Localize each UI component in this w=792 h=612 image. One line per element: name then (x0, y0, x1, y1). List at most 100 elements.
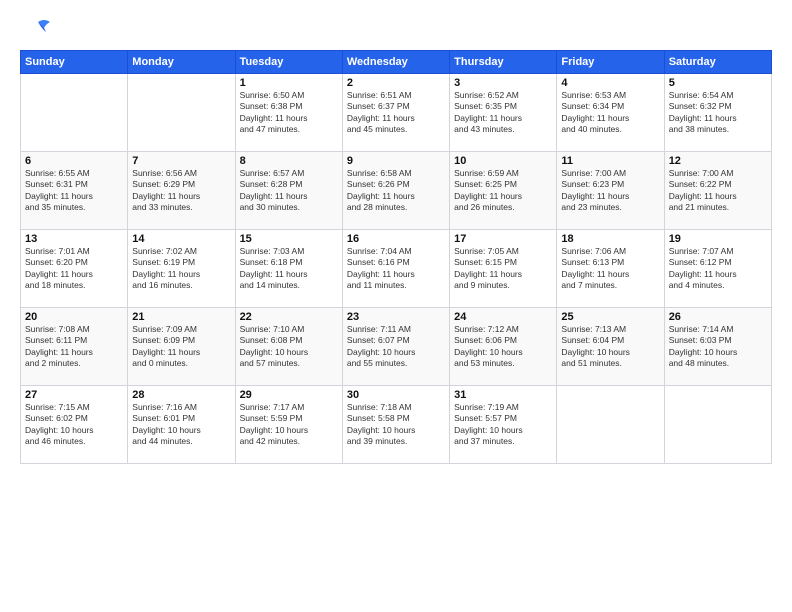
day-info: Sunrise: 6:59 AM Sunset: 6:25 PM Dayligh… (454, 168, 552, 214)
table-row: 26Sunrise: 7:14 AM Sunset: 6:03 PM Dayli… (664, 308, 771, 386)
day-number: 23 (347, 311, 445, 323)
col-thursday: Thursday (450, 51, 557, 74)
day-info: Sunrise: 6:55 AM Sunset: 6:31 PM Dayligh… (25, 168, 123, 214)
day-info: Sunrise: 7:14 AM Sunset: 6:03 PM Dayligh… (669, 324, 767, 370)
table-row: 1Sunrise: 6:50 AM Sunset: 6:38 PM Daylig… (235, 74, 342, 152)
day-info: Sunrise: 7:08 AM Sunset: 6:11 PM Dayligh… (25, 324, 123, 370)
table-row (557, 386, 664, 464)
day-number: 4 (561, 77, 659, 89)
day-number: 3 (454, 77, 552, 89)
day-info: Sunrise: 7:18 AM Sunset: 5:58 PM Dayligh… (347, 402, 445, 448)
day-info: Sunrise: 7:15 AM Sunset: 6:02 PM Dayligh… (25, 402, 123, 448)
table-row: 25Sunrise: 7:13 AM Sunset: 6:04 PM Dayli… (557, 308, 664, 386)
day-info: Sunrise: 6:54 AM Sunset: 6:32 PM Dayligh… (669, 90, 767, 136)
logo-bird-icon (24, 18, 52, 40)
calendar-header-row: Sunday Monday Tuesday Wednesday Thursday… (21, 51, 772, 74)
table-row: 4Sunrise: 6:53 AM Sunset: 6:34 PM Daylig… (557, 74, 664, 152)
day-info: Sunrise: 7:00 AM Sunset: 6:23 PM Dayligh… (561, 168, 659, 214)
table-row: 5Sunrise: 6:54 AM Sunset: 6:32 PM Daylig… (664, 74, 771, 152)
table-row: 27Sunrise: 7:15 AM Sunset: 6:02 PM Dayli… (21, 386, 128, 464)
day-info: Sunrise: 7:04 AM Sunset: 6:16 PM Dayligh… (347, 246, 445, 292)
day-number: 17 (454, 233, 552, 245)
day-info: Sunrise: 6:51 AM Sunset: 6:37 PM Dayligh… (347, 90, 445, 136)
table-row: 8Sunrise: 6:57 AM Sunset: 6:28 PM Daylig… (235, 152, 342, 230)
day-info: Sunrise: 7:10 AM Sunset: 6:08 PM Dayligh… (240, 324, 338, 370)
day-number: 22 (240, 311, 338, 323)
table-row: 7Sunrise: 6:56 AM Sunset: 6:29 PM Daylig… (128, 152, 235, 230)
table-row: 10Sunrise: 6:59 AM Sunset: 6:25 PM Dayli… (450, 152, 557, 230)
table-row: 28Sunrise: 7:16 AM Sunset: 6:01 PM Dayli… (128, 386, 235, 464)
table-row: 12Sunrise: 7:00 AM Sunset: 6:22 PM Dayli… (664, 152, 771, 230)
day-number: 20 (25, 311, 123, 323)
table-row: 18Sunrise: 7:06 AM Sunset: 6:13 PM Dayli… (557, 230, 664, 308)
page: Sunday Monday Tuesday Wednesday Thursday… (0, 0, 792, 474)
day-number: 27 (25, 389, 123, 401)
day-number: 1 (240, 77, 338, 89)
table-row: 11Sunrise: 7:00 AM Sunset: 6:23 PM Dayli… (557, 152, 664, 230)
day-number: 24 (454, 311, 552, 323)
table-row: 21Sunrise: 7:09 AM Sunset: 6:09 PM Dayli… (128, 308, 235, 386)
day-info: Sunrise: 7:06 AM Sunset: 6:13 PM Dayligh… (561, 246, 659, 292)
table-row: 19Sunrise: 7:07 AM Sunset: 6:12 PM Dayli… (664, 230, 771, 308)
table-row (21, 74, 128, 152)
day-info: Sunrise: 7:19 AM Sunset: 5:57 PM Dayligh… (454, 402, 552, 448)
logo (20, 18, 52, 38)
day-info: Sunrise: 6:56 AM Sunset: 6:29 PM Dayligh… (132, 168, 230, 214)
day-number: 25 (561, 311, 659, 323)
calendar-week-row: 1Sunrise: 6:50 AM Sunset: 6:38 PM Daylig… (21, 74, 772, 152)
day-info: Sunrise: 7:09 AM Sunset: 6:09 PM Dayligh… (132, 324, 230, 370)
day-info: Sunrise: 7:01 AM Sunset: 6:20 PM Dayligh… (25, 246, 123, 292)
table-row: 22Sunrise: 7:10 AM Sunset: 6:08 PM Dayli… (235, 308, 342, 386)
col-friday: Friday (557, 51, 664, 74)
header (20, 18, 772, 38)
day-info: Sunrise: 6:52 AM Sunset: 6:35 PM Dayligh… (454, 90, 552, 136)
day-info: Sunrise: 6:57 AM Sunset: 6:28 PM Dayligh… (240, 168, 338, 214)
table-row (128, 74, 235, 152)
day-info: Sunrise: 7:17 AM Sunset: 5:59 PM Dayligh… (240, 402, 338, 448)
col-monday: Monday (128, 51, 235, 74)
table-row: 29Sunrise: 7:17 AM Sunset: 5:59 PM Dayli… (235, 386, 342, 464)
day-number: 16 (347, 233, 445, 245)
calendar-table: Sunday Monday Tuesday Wednesday Thursday… (20, 50, 772, 464)
day-number: 13 (25, 233, 123, 245)
day-info: Sunrise: 6:53 AM Sunset: 6:34 PM Dayligh… (561, 90, 659, 136)
table-row: 9Sunrise: 6:58 AM Sunset: 6:26 PM Daylig… (342, 152, 449, 230)
col-sunday: Sunday (21, 51, 128, 74)
day-number: 5 (669, 77, 767, 89)
day-number: 31 (454, 389, 552, 401)
day-info: Sunrise: 7:07 AM Sunset: 6:12 PM Dayligh… (669, 246, 767, 292)
day-info: Sunrise: 6:50 AM Sunset: 6:38 PM Dayligh… (240, 90, 338, 136)
calendar-week-row: 13Sunrise: 7:01 AM Sunset: 6:20 PM Dayli… (21, 230, 772, 308)
day-number: 9 (347, 155, 445, 167)
calendar-week-row: 6Sunrise: 6:55 AM Sunset: 6:31 PM Daylig… (21, 152, 772, 230)
calendar-week-row: 27Sunrise: 7:15 AM Sunset: 6:02 PM Dayli… (21, 386, 772, 464)
day-number: 28 (132, 389, 230, 401)
day-info: Sunrise: 7:13 AM Sunset: 6:04 PM Dayligh… (561, 324, 659, 370)
day-number: 15 (240, 233, 338, 245)
table-row: 2Sunrise: 6:51 AM Sunset: 6:37 PM Daylig… (342, 74, 449, 152)
day-number: 8 (240, 155, 338, 167)
table-row: 13Sunrise: 7:01 AM Sunset: 6:20 PM Dayli… (21, 230, 128, 308)
day-number: 14 (132, 233, 230, 245)
day-number: 18 (561, 233, 659, 245)
table-row: 24Sunrise: 7:12 AM Sunset: 6:06 PM Dayli… (450, 308, 557, 386)
col-saturday: Saturday (664, 51, 771, 74)
col-wednesday: Wednesday (342, 51, 449, 74)
calendar-week-row: 20Sunrise: 7:08 AM Sunset: 6:11 PM Dayli… (21, 308, 772, 386)
day-info: Sunrise: 7:02 AM Sunset: 6:19 PM Dayligh… (132, 246, 230, 292)
day-info: Sunrise: 7:12 AM Sunset: 6:06 PM Dayligh… (454, 324, 552, 370)
day-number: 30 (347, 389, 445, 401)
day-number: 26 (669, 311, 767, 323)
day-number: 6 (25, 155, 123, 167)
table-row: 6Sunrise: 6:55 AM Sunset: 6:31 PM Daylig… (21, 152, 128, 230)
day-info: Sunrise: 6:58 AM Sunset: 6:26 PM Dayligh… (347, 168, 445, 214)
table-row: 31Sunrise: 7:19 AM Sunset: 5:57 PM Dayli… (450, 386, 557, 464)
day-number: 11 (561, 155, 659, 167)
day-info: Sunrise: 7:03 AM Sunset: 6:18 PM Dayligh… (240, 246, 338, 292)
table-row: 15Sunrise: 7:03 AM Sunset: 6:18 PM Dayli… (235, 230, 342, 308)
day-info: Sunrise: 7:16 AM Sunset: 6:01 PM Dayligh… (132, 402, 230, 448)
day-number: 29 (240, 389, 338, 401)
table-row: 16Sunrise: 7:04 AM Sunset: 6:16 PM Dayli… (342, 230, 449, 308)
table-row: 20Sunrise: 7:08 AM Sunset: 6:11 PM Dayli… (21, 308, 128, 386)
day-number: 12 (669, 155, 767, 167)
